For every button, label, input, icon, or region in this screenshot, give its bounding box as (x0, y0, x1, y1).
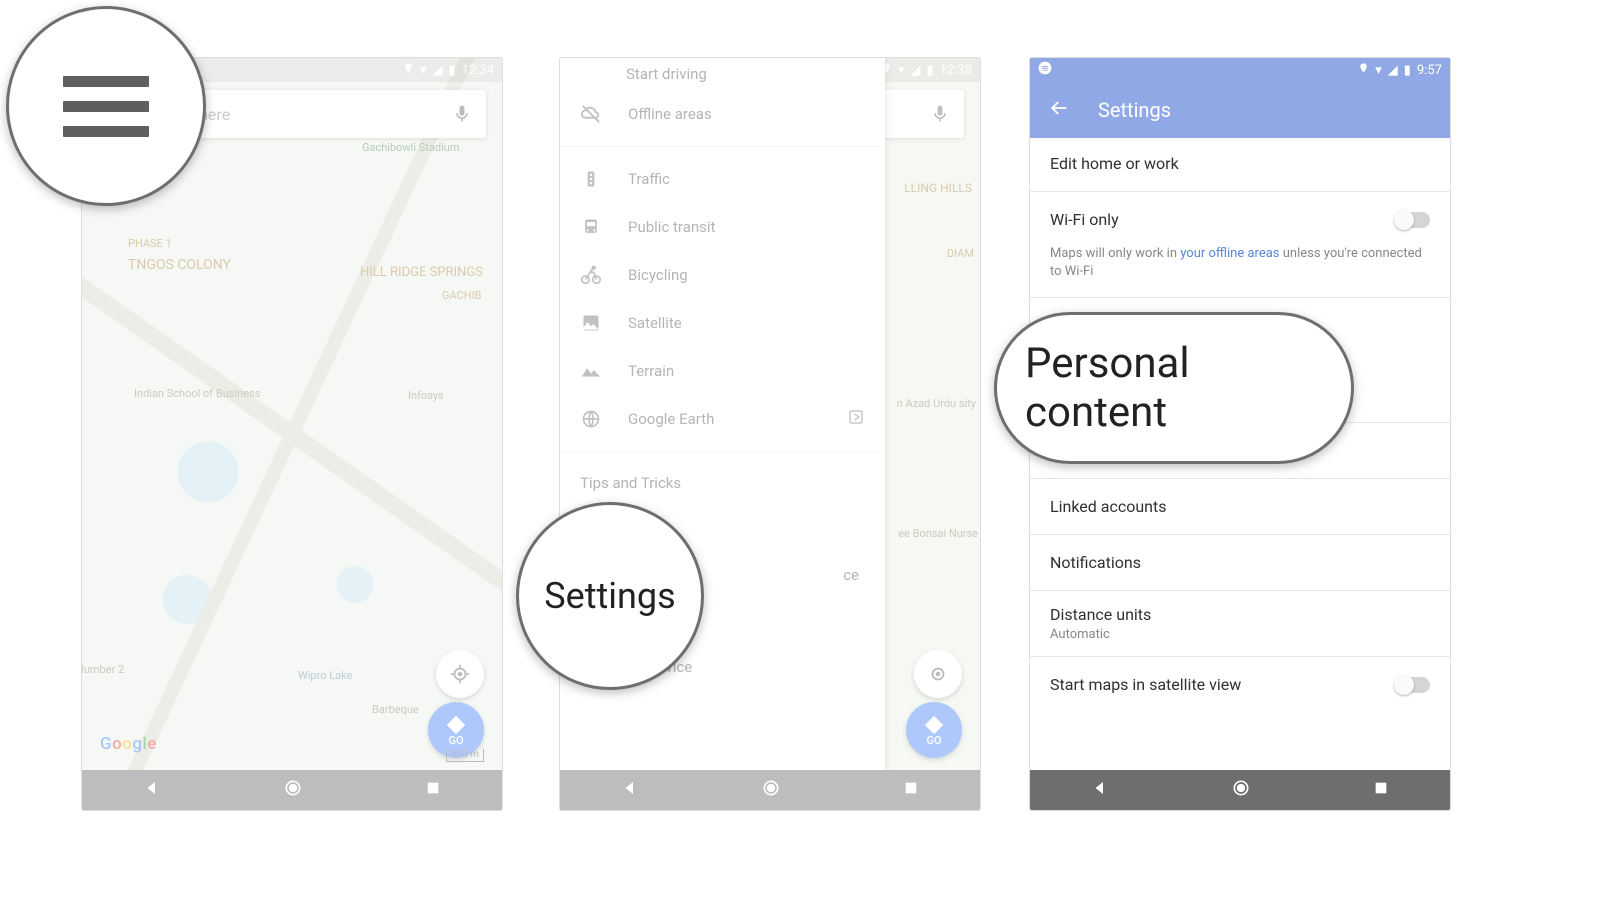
map-label: GACHIB (442, 290, 481, 302)
mic-icon[interactable] (452, 104, 472, 124)
wifi-icon: ▾ (898, 63, 905, 78)
wifi-icon: ▾ (420, 63, 427, 78)
drawer-item-traffic[interactable]: Traffic (560, 155, 885, 203)
satellite-toggle[interactable] (1396, 677, 1430, 693)
location-icon (403, 61, 414, 79)
appbar: Settings (1030, 82, 1450, 138)
nav-back-icon[interactable] (1091, 779, 1109, 801)
drawer-item-tips[interactable]: Tips and Tricks (560, 460, 885, 506)
map-label: Indian School of Business (134, 388, 260, 400)
callout-settings: Settings (516, 502, 704, 690)
bike-icon (580, 264, 602, 286)
map-label: Number 2 (82, 664, 124, 676)
earth-icon (580, 409, 602, 429)
offline-areas-link[interactable]: your offline areas (1180, 246, 1279, 261)
nav-home-icon[interactable] (761, 778, 781, 802)
locate-fab[interactable] (436, 650, 484, 698)
traffic-icon (580, 169, 602, 189)
map-label: TNGOS COLONY (128, 258, 231, 273)
row-start-satellite[interactable]: Start maps in satellite view (1030, 659, 1450, 710)
nav-recent-icon[interactable] (425, 780, 441, 800)
map-label: DIAM (947, 248, 974, 260)
locate-fab[interactable] (914, 650, 962, 698)
row-notifications[interactable]: Notifications (1030, 537, 1450, 588)
android-navbar (1030, 770, 1450, 810)
drawer-item-start-driving[interactable]: Start driving (560, 58, 885, 90)
battery-icon: ▮ (448, 63, 455, 78)
transit-icon (580, 217, 602, 237)
android-navbar (560, 770, 980, 810)
map-label: Wipro Lake (298, 670, 352, 682)
status-bar: ▾ ◢ ▮ 9:57 (1030, 58, 1450, 82)
drawer-item-terrain[interactable]: Terrain (560, 347, 885, 395)
signal-icon: ◢ (910, 63, 920, 78)
status-time: 9:57 (1417, 63, 1442, 78)
row-edit-home-work[interactable]: Edit home or work (1030, 138, 1450, 189)
nav-back-icon[interactable] (143, 779, 161, 801)
google-brand: Google (100, 734, 157, 754)
callout-hamburger (6, 6, 206, 206)
nav-home-icon[interactable] (283, 778, 303, 802)
drawer-item-bicycling[interactable]: Bicycling (560, 251, 885, 299)
map-label: n Azad Urdu sity (897, 398, 976, 410)
go-label: GO (926, 734, 941, 747)
location-icon (1358, 61, 1369, 79)
map-label: LLING HILLS (904, 182, 972, 195)
back-arrow-icon[interactable] (1048, 97, 1070, 124)
cloud-off-icon (580, 103, 602, 125)
row-linked-accounts[interactable]: Linked accounts (1030, 481, 1450, 532)
nav-back-icon[interactable] (621, 779, 639, 801)
callout-personal-content: Personal content (994, 312, 1354, 464)
screenshot-2-drawer: LLING HILLS DIAM n Azad Urdu sity ee Bon… (560, 58, 980, 810)
status-time: 12:38 (940, 63, 972, 78)
divider (1030, 590, 1450, 591)
divider (1030, 534, 1450, 535)
row-distance-units[interactable]: Distance units Automatic (1030, 593, 1450, 654)
battery-icon: ▮ (926, 63, 933, 78)
android-navbar (82, 770, 502, 810)
mic-icon[interactable] (930, 104, 950, 124)
satellite-icon (580, 313, 602, 333)
signal-icon: ◢ (432, 63, 442, 78)
go-fab[interactable]: GO (906, 702, 962, 758)
map-label: ee Bonsai Nurse (898, 528, 978, 540)
divider (1030, 297, 1450, 298)
drawer-item-transit[interactable]: Public transit (560, 203, 885, 251)
map-label: Barbeque (372, 704, 419, 716)
appbar-title: Settings (1098, 98, 1171, 122)
status-time: 12:34 (462, 63, 494, 78)
battery-icon: ▮ (1404, 63, 1411, 78)
divider (1030, 191, 1450, 192)
nav-home-icon[interactable] (1231, 778, 1251, 802)
drawer-item-earth[interactable]: Google Earth (560, 395, 885, 443)
drawer-item-offline[interactable]: Offline areas (560, 90, 885, 138)
wifi-icon: ▾ (1375, 63, 1382, 78)
divider (1030, 478, 1450, 479)
map-label: Gachibowli Stadium (362, 142, 459, 154)
go-label: GO (448, 734, 463, 747)
spotify-icon (1038, 61, 1052, 79)
nav-recent-icon[interactable] (1373, 780, 1389, 800)
map-label: HILL RIDGE SPRINGS (360, 266, 483, 280)
wifi-toggle[interactable] (1396, 212, 1430, 228)
wifi-note: Maps will only work in your offline area… (1030, 245, 1450, 295)
nav-recent-icon[interactable] (903, 780, 919, 800)
hamburger-icon (63, 76, 149, 137)
map-label: PHASE 1 (128, 238, 172, 250)
distance-sub: Automatic (1050, 627, 1430, 642)
drawer-item-satellite[interactable]: Satellite (560, 299, 885, 347)
terrain-icon (580, 360, 602, 382)
signal-icon: ◢ (1388, 63, 1398, 78)
divider (1030, 656, 1450, 657)
row-wifi-only[interactable]: Wi-Fi only (1030, 194, 1450, 245)
external-icon (847, 408, 865, 430)
map-label: Infosys (408, 390, 444, 402)
map-scale: 200 m (446, 749, 484, 762)
